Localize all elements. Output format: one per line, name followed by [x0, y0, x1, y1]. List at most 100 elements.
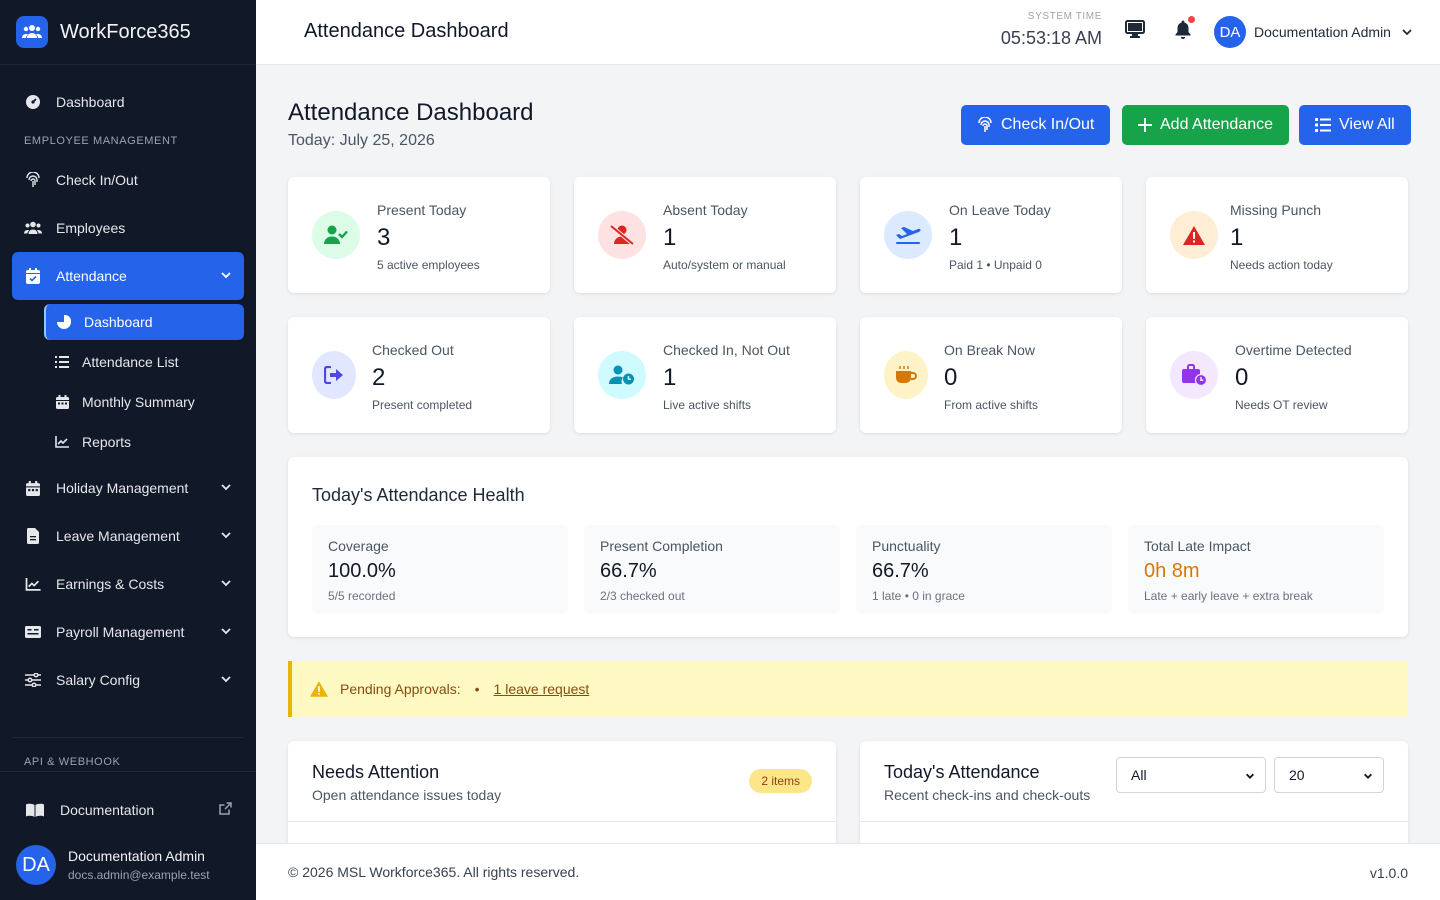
sidebar-item-attendance[interactable]: Attendance — [12, 252, 244, 300]
sidebar-item-label: Salary Config — [56, 672, 141, 688]
section-employee-management: EMPLOYEE MANAGEMENT — [24, 135, 178, 147]
sidebar-item-holiday-management[interactable]: Holiday Management — [12, 464, 244, 512]
check-in-out-label: Check In/Out — [1001, 116, 1095, 133]
money-check-icon — [24, 623, 42, 641]
stat-sub: Needs action today — [1230, 258, 1333, 272]
stat-label: On Leave Today — [949, 202, 1051, 218]
chart-line-icon — [54, 434, 70, 450]
panel-title: Needs Attention — [312, 762, 440, 782]
gauge-icon — [24, 93, 42, 111]
stat-card-missing-punch: Missing Punch 1 Needs action today — [1146, 177, 1408, 293]
sidebar-subitem-attendance-list[interactable]: Attendance List — [44, 344, 244, 380]
bell-icon — [1175, 16, 1195, 39]
sidebar-item-label: Dashboard — [56, 94, 125, 110]
stat-card-absent-today: Absent Today 1 Auto/system or manual — [574, 177, 836, 293]
metric-label: Punctuality — [872, 538, 941, 554]
stat-card-present-today: Present Today 3 5 active employees — [288, 177, 550, 293]
add-attendance-button[interactable]: Add Attendance — [1122, 105, 1289, 145]
sidebar-item-earnings-costs[interactable]: Earnings & Costs — [12, 560, 244, 608]
main-content: Attendance Dashboard Today: July 25, 202… — [256, 65, 1440, 843]
sidebar-item-salary-config[interactable]: Salary Config — [12, 656, 244, 704]
page-size-value: 20 — [1289, 767, 1305, 783]
stat-sub: Present completed — [372, 398, 473, 412]
pending-approvals-alert: Pending Approvals: • 1 leave request — [288, 661, 1408, 717]
health-title: Today's Attendance Health — [312, 485, 525, 505]
sidebar-subitem-label: Reports — [82, 434, 132, 450]
metric-label: Coverage — [328, 538, 389, 554]
list-icon — [54, 354, 70, 370]
stat-sub: From active shifts — [944, 398, 1039, 412]
chevron-down-icon — [220, 481, 232, 493]
header-user-name: Documentation Admin — [1254, 24, 1391, 40]
sidebar-item-payroll-management[interactable]: Payroll Management — [12, 608, 244, 656]
notification-dot — [1188, 16, 1195, 23]
sidebar-item-check-in-out[interactable]: Check In/Out — [12, 156, 244, 204]
app-name: WorkForce365 — [60, 20, 191, 43]
sidebar-subitem-monthly-summary[interactable]: Monthly Summary — [44, 384, 244, 420]
user-name: Documentation Admin — [68, 848, 205, 864]
chevron-down-icon — [220, 529, 232, 541]
stat-value: 3 — [377, 224, 391, 251]
sidebar-subitem-dashboard[interactable]: Dashboard — [44, 304, 244, 340]
users-icon — [24, 219, 42, 237]
divider — [288, 821, 836, 822]
stat-card-overtime-detected: Overtime Detected 0 Needs OT review — [1146, 317, 1408, 433]
notifications-button[interactable] — [1175, 16, 1195, 39]
desktop-icon — [1125, 20, 1145, 38]
avatar: DA — [1214, 16, 1246, 48]
divider — [860, 821, 1408, 822]
stat-label: Absent Today — [663, 202, 748, 218]
page-size-select[interactable]: 20 — [1274, 757, 1384, 793]
stat-label: Overtime Detected — [1235, 342, 1352, 358]
header-title: Attendance Dashboard — [304, 20, 509, 42]
user-email: docs.admin@example.test — [68, 868, 210, 882]
sidebar-subitem-label: Dashboard — [84, 314, 153, 330]
panel-title: Today's Attendance — [884, 762, 1040, 782]
chart-pie-icon — [56, 314, 72, 330]
sidebar-item-dashboard[interactable]: Dashboard — [12, 78, 244, 126]
stat-value: 2 — [372, 364, 386, 391]
plus-icon — [1138, 118, 1152, 132]
check-in-out-button[interactable]: Check In/Out — [961, 105, 1111, 145]
panel-subtitle: Open attendance issues today — [312, 787, 502, 803]
chevron-down-icon — [1363, 771, 1373, 781]
stat-value: 0 — [944, 364, 958, 391]
add-attendance-label: Add Attendance — [1160, 116, 1273, 133]
warning-icon — [1170, 211, 1218, 259]
chevron-down-icon — [220, 577, 232, 589]
metric-sub: 5/5 recorded — [328, 589, 396, 603]
metric-value: 66.7% — [600, 560, 657, 582]
stat-label: Checked Out — [372, 342, 454, 358]
sidebar-item-employees[interactable]: Employees — [12, 204, 244, 252]
stat-label: Present Today — [377, 202, 467, 218]
brand[interactable]: WorkForce365 — [0, 0, 256, 65]
header-user-menu[interactable]: DA Documentation Admin — [1214, 16, 1413, 48]
panel-subtitle: Recent check-ins and check-outs — [884, 787, 1091, 803]
status-filter-select[interactable]: All — [1116, 757, 1266, 793]
stat-sub: Paid 1 • Unpaid 0 — [949, 258, 1042, 272]
sliders-icon — [24, 671, 42, 689]
items-count-badge: 2 items — [749, 769, 812, 793]
user-slash-icon — [598, 211, 646, 259]
user-clock-icon — [598, 351, 646, 399]
chevron-down-icon — [1401, 26, 1413, 38]
stat-card-checked-out: Checked Out 2 Present completed — [288, 317, 550, 433]
section-api-webhook: API & WEBHOOK — [12, 737, 244, 768]
user-check-icon — [312, 211, 360, 259]
display-button[interactable] — [1125, 20, 1145, 38]
list-icon — [1315, 118, 1331, 132]
book-open-icon — [26, 803, 44, 817]
sidebar-user[interactable]: DA Documentation Admin docs.admin@exampl… — [16, 845, 210, 885]
chevron-down-icon — [220, 269, 232, 281]
sidebar-item-label: Earnings & Costs — [56, 576, 165, 592]
documentation-link[interactable]: Documentation — [26, 800, 232, 820]
view-all-button[interactable]: View All — [1299, 105, 1411, 145]
health-metric-punctuality: Punctuality 66.7% 1 late • 0 in grace — [856, 525, 1112, 613]
sidebar-subitem-reports[interactable]: Reports — [44, 424, 244, 460]
leave-request-link[interactable]: 1 leave request — [494, 681, 590, 697]
alert-label: Pending Approvals: — [340, 681, 461, 697]
stat-value: 1 — [949, 224, 963, 251]
users-logo-icon — [16, 16, 48, 48]
sidebar-item-leave-management[interactable]: Leave Management — [12, 512, 244, 560]
plane-departure-icon — [884, 211, 932, 259]
